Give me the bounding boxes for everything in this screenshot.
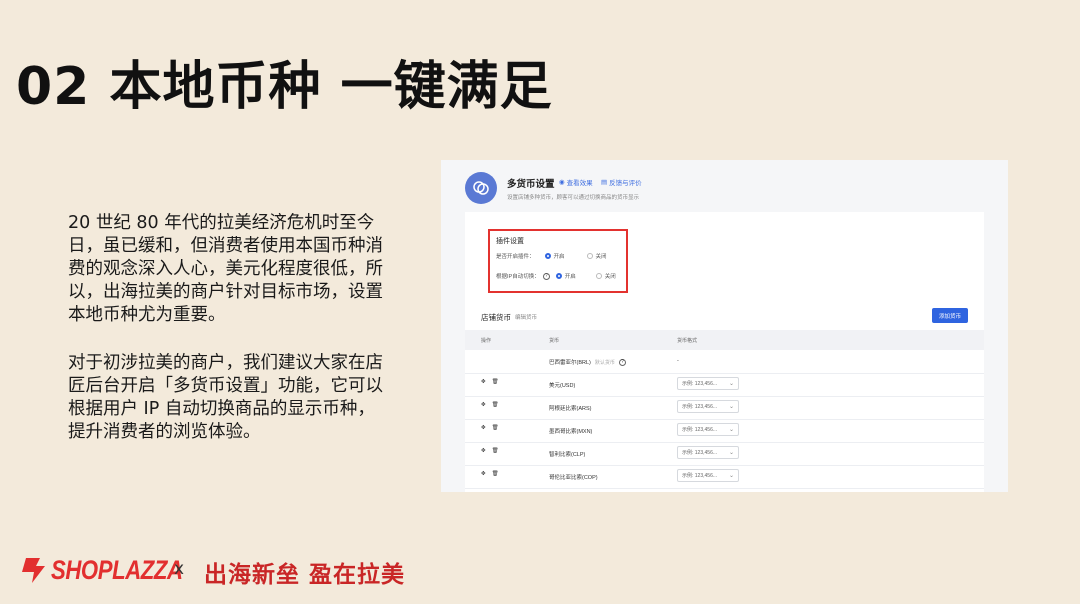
drag-handle-icon[interactable]: ✥: [481, 425, 486, 431]
currency-format-select[interactable]: 示例: 123,456... ⌄: [677, 446, 739, 459]
enable-plugin-row: 是否开启插件： 开启 关闭: [496, 252, 607, 260]
paragraph-intro: 20 世纪 80 年代的拉美经济危机时至今日，虽已缓和，但消费者使用本国币种消费…: [68, 213, 383, 325]
currency-format-select[interactable]: 示例: 123,456... ⌄: [677, 469, 739, 482]
page-subtitle: 设置店铺多种货币，顾客可以通过切换商品的货币显示: [507, 195, 640, 201]
auto-switch-row: 根据IP自动切换： ? 开启 关闭: [496, 272, 616, 280]
chevron-down-icon: ⌄: [728, 427, 734, 433]
plugin-settings-title: 插件设置: [496, 238, 524, 245]
page-title: 多货币设置: [507, 179, 555, 190]
table-row: ✥ 🗑 美元(USD) 示例: 123,456... ⌄: [465, 373, 984, 397]
table-header: 操作 货币 货币格式: [465, 330, 984, 350]
edit-currency-link[interactable]: 编辑货币: [515, 313, 537, 321]
feedback-icon: ▤: [601, 179, 608, 186]
brand-name: SHOPLAZZA: [51, 554, 183, 585]
chevron-down-icon: ⌄: [728, 381, 734, 387]
table-row: ✥ 🗑 哥伦比亚比索(COP) 示例: 123,456... ⌄: [465, 465, 984, 489]
currency-format-select[interactable]: 示例: 123,456... ⌄: [677, 400, 739, 413]
footer-branding: SHOPLAZZA x 出海新垒 盈在拉美: [18, 553, 404, 588]
trash-icon[interactable]: 🗑: [492, 402, 499, 408]
eye-icon: ◉: [559, 179, 565, 186]
drag-handle-icon[interactable]: ✥: [481, 471, 486, 477]
paragraph-advice: 对于初涉拉美的商户，我们建议大家在店匠后台开启「多货币设置」功能，它可以根据用户…: [68, 353, 383, 442]
settings-panel: 插件设置 是否开启插件： 开启 关闭 根据IP自动切换： ? 开启 关闭 店铺货…: [465, 212, 984, 492]
trash-icon[interactable]: 🗑: [492, 448, 499, 454]
auto-switch-on-radio[interactable]: 开启: [555, 272, 576, 280]
store-currency-label: 店铺货币: [481, 313, 511, 322]
chevron-down-icon: ⌄: [728, 450, 734, 456]
currency-app-icon: [465, 172, 497, 204]
slide-title: 02 本地币种 一键满足: [16, 57, 553, 117]
enable-plugin-off-radio[interactable]: 关闭: [586, 252, 607, 260]
col-actions: 操作: [481, 338, 492, 344]
drag-handle-icon[interactable]: ✥: [481, 379, 486, 385]
shoplazza-logo-icon: [22, 558, 45, 583]
trash-icon[interactable]: 🗑: [492, 379, 499, 385]
feedback-link[interactable]: ▤ 反馈与评价: [601, 177, 642, 187]
drag-handle-icon[interactable]: ✥: [481, 448, 486, 454]
cross-symbol: x: [174, 559, 185, 579]
default-currency-tag: 默认货币: [594, 359, 615, 366]
table-row: 巴西雷亚尔(BRL) 默认货币 ? -: [465, 350, 984, 374]
plugin-settings-box: 插件设置 是否开启插件： 开启 关闭 根据IP自动切换： ? 开启 关闭: [488, 229, 628, 293]
table-row: ✥ 🗑 阿根廷比索(ARS) 示例: 123,456... ⌄: [465, 396, 984, 420]
trash-icon[interactable]: 🗑: [492, 425, 499, 431]
currency-format-select[interactable]: 示例: 123,456... ⌄: [677, 377, 739, 390]
view-effect-link[interactable]: ◉ 查看效果: [559, 177, 593, 187]
enable-plugin-on-radio[interactable]: 开启: [544, 252, 565, 260]
col-format: 货币格式: [677, 338, 698, 344]
auto-switch-off-radio[interactable]: 关闭: [595, 272, 616, 280]
slogan: 出海新垒 盈在拉美: [204, 562, 406, 588]
help-icon: ?: [542, 272, 550, 280]
table-row: ✥ 🗑 智利比索(CLP) 示例: 123,456... ⌄: [465, 442, 984, 466]
chevron-down-icon: ⌄: [728, 404, 734, 410]
currency-format-select[interactable]: 示例: 123,456... ⌄: [677, 423, 739, 436]
add-currency-button[interactable]: 添加货币: [932, 308, 968, 323]
col-currency: 货币: [549, 338, 560, 344]
trash-icon[interactable]: 🗑: [492, 471, 499, 477]
multi-currency-screenshot: 多货币设置 ◉ 查看效果 ▤ 反馈与评价 设置店铺多种货币，顾客可以通过切换商品的货…: [441, 160, 1008, 492]
drag-handle-icon[interactable]: ✥: [481, 402, 486, 408]
table-row: ✥ 🗑 墨西哥比索(MXN) 示例: 123,456... ⌄: [465, 419, 984, 443]
chevron-down-icon: ⌄: [728, 473, 734, 479]
help-icon: ?: [618, 358, 626, 366]
